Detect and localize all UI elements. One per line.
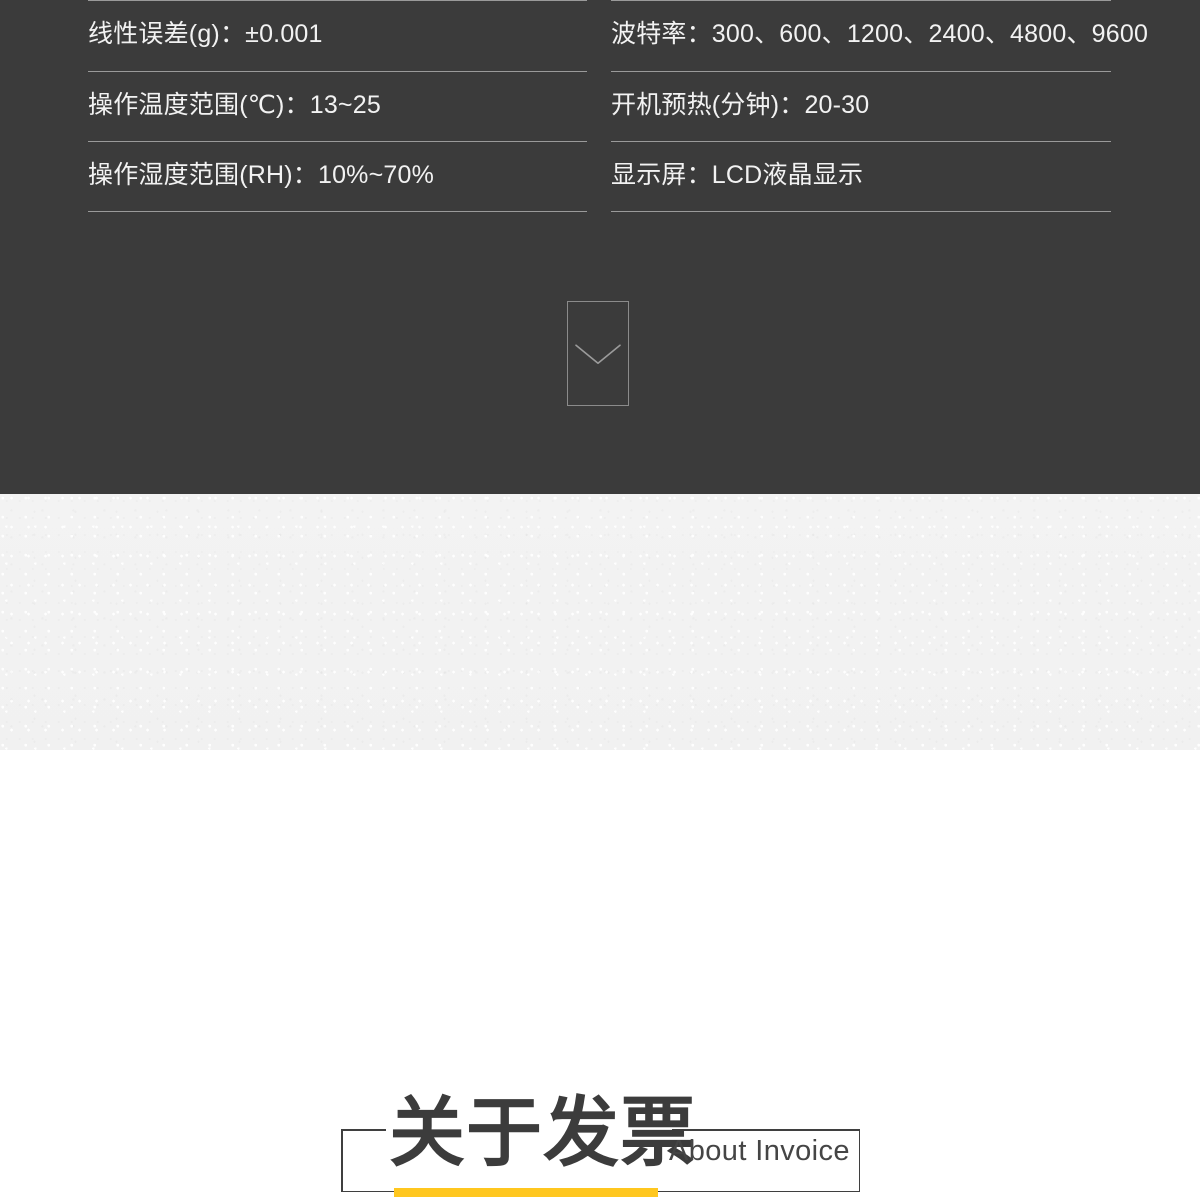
heading-frame-top-left (341, 1129, 386, 1131)
heading-frame-top-right (672, 1129, 860, 1131)
spec-row: 波特率：300、600、1200、2400、4800、9600 (611, 0, 1148, 71)
spec-display: 显示屏：LCD液晶显示 (611, 160, 864, 189)
spec-warmup-time: 开机预热(分钟)：20-30 (611, 90, 870, 119)
spec-row: 显示屏：LCD液晶显示 (611, 141, 1111, 212)
section-heading: 关于发票 About Invoice (341, 1096, 860, 1197)
spec-linearity-error: 线性误差(g)：±0.001 (88, 20, 323, 49)
spec-column-left: 线性误差(g)：±0.001 操作温度范围(℃)：13~25 操作湿度范围(RH… (88, 0, 587, 212)
chevron-down-icon (575, 343, 621, 364)
heading-frame-left (341, 1129, 343, 1192)
section-title-en: About Invoice (669, 1135, 850, 1167)
page-root: 线性误差(g)：±0.001 操作温度范围(℃)：13~25 操作湿度范围(RH… (0, 0, 1200, 1197)
spec-baud-rate: 波特率：300、600、1200、2400、4800、9600 (611, 20, 1149, 49)
spec-row: 开机预热(分钟)：20-30 (611, 70, 1111, 142)
expand-more-button[interactable] (567, 301, 629, 406)
spec-row: 操作湿度范围(RH)：10%~70% (88, 141, 587, 212)
spec-column-right: 波特率：300、600、1200、2400、4800、9600 开机预热(分钟)… (611, 0, 1148, 212)
spec-operating-humidity: 操作湿度范围(RH)：10%~70% (88, 160, 435, 189)
specifications-section: 线性误差(g)：±0.001 操作温度范围(℃)：13~25 操作湿度范围(RH… (0, 0, 1200, 494)
heading-accent-underline (394, 1188, 658, 1197)
section-title-cn: 关于发票 (389, 1091, 697, 1176)
heading-frame-right (858, 1129, 860, 1192)
about-invoice-section: 关于发票 About Invoice (0, 494, 1200, 1197)
spec-operating-temperature: 操作温度范围(℃)：13~25 (88, 90, 381, 119)
spec-row: 操作温度范围(℃)：13~25 (88, 70, 587, 142)
spec-row: 线性误差(g)：±0.001 (88, 0, 587, 71)
